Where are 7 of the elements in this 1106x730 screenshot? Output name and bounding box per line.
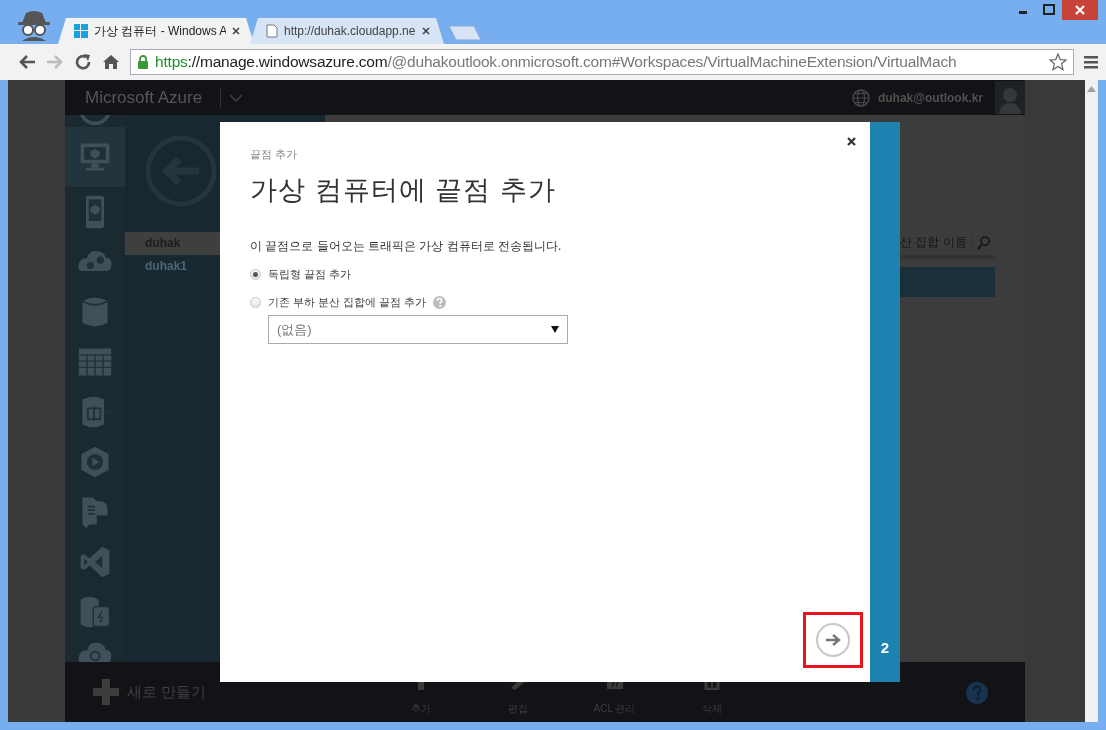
step-number: 2 (880, 639, 890, 656)
option-label: 독립형 끝점 추가 (268, 266, 352, 282)
dialog-title: 가상 컴퓨터에 끝점 추가 (250, 174, 557, 207)
brand-name: Microsoft Azure (85, 87, 203, 108)
option-label: 기존 부하 분산 집합에 끝점 추가 (268, 294, 427, 310)
dialog-description: 이 끝점으로 들어오는 트래픽은 가상 컴퓨터로 전송됩니다. (250, 238, 563, 255)
dialog-eyebrow: 끝점 추가 (250, 147, 299, 162)
